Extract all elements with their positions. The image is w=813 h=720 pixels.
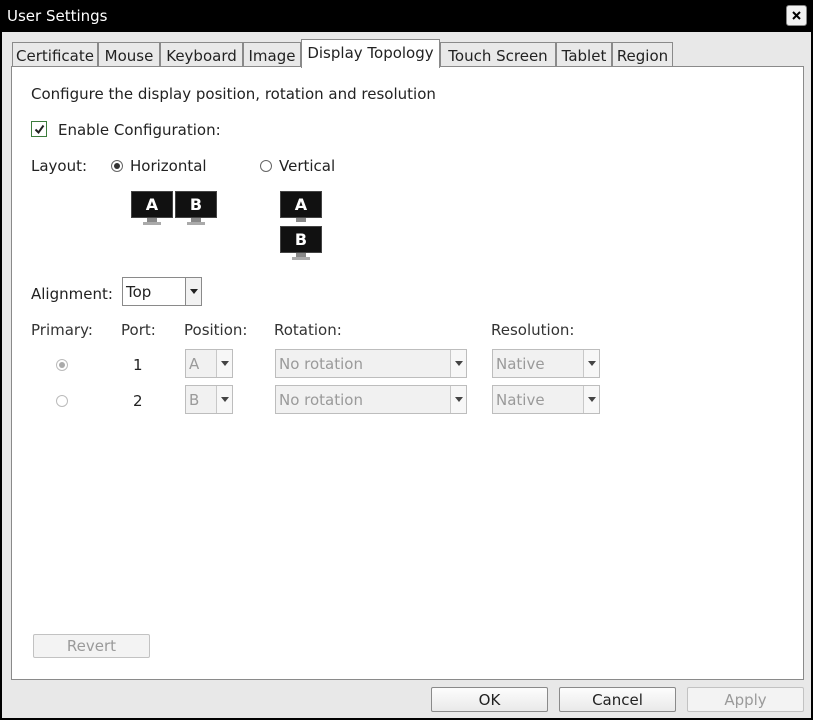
position-select-port-1[interactable]: A [185, 349, 233, 378]
tab-certificate[interactable]: Certificate [12, 42, 98, 68]
position-value-port-2: B [189, 391, 200, 409]
position-header: Position: [184, 321, 248, 339]
monitor-a-vertical-label: A [280, 191, 322, 218]
close-button[interactable] [786, 5, 807, 26]
tab-keyboard[interactable]: Keyboard [160, 42, 243, 68]
rotation-header: Rotation: [274, 321, 342, 339]
monitor-a-label: A [131, 191, 173, 218]
port-number-2: 2 [133, 392, 143, 410]
resolution-select-port-2[interactable]: Native [492, 385, 600, 414]
resolution-value-port-1: Native [496, 355, 545, 373]
alignment-label: Alignment: [31, 285, 113, 303]
apply-button[interactable]: Apply [687, 687, 804, 712]
resolution-header: Resolution: [491, 321, 575, 339]
resolution-select-port-1[interactable]: Native [492, 349, 600, 378]
panel-description: Configure the display position, rotation… [31, 85, 436, 103]
enable-configuration-label: Enable Configuration: [58, 121, 221, 139]
dropdown-arrow-icon [216, 350, 232, 377]
monitor-icon-a: A [131, 191, 173, 225]
dropdown-arrow-icon [450, 350, 466, 377]
window-title: User Settings [7, 7, 108, 25]
layout-vertical-label[interactable]: Vertical [279, 157, 335, 175]
monitor-b-vertical-label: B [280, 226, 322, 253]
title-bar: User Settings [0, 0, 813, 32]
checkmark-icon [34, 124, 44, 134]
monitor-icon-b-vertical: B [280, 226, 322, 260]
alignment-value: Top [126, 283, 152, 301]
primary-header: Primary: [31, 321, 93, 339]
rotation-value-port-2: No rotation [279, 391, 363, 409]
revert-button[interactable]: Revert [33, 634, 150, 658]
primary-radio-port-1[interactable] [56, 359, 68, 371]
tab-region[interactable]: Region [612, 42, 673, 68]
tab-tablet[interactable]: Tablet [556, 42, 612, 68]
dropdown-arrow-icon [216, 386, 232, 413]
dropdown-arrow-icon [583, 386, 599, 413]
resolution-value-port-2: Native [496, 391, 545, 409]
tab-image[interactable]: Image [243, 42, 301, 68]
cancel-button[interactable]: Cancel [559, 687, 676, 712]
alignment-select[interactable]: Top [122, 277, 202, 306]
dropdown-arrow-icon [185, 278, 201, 305]
port-header: Port: [121, 321, 156, 339]
monitor-b-label: B [175, 191, 217, 218]
tab-touch-screen[interactable]: Touch Screen [440, 42, 556, 68]
dropdown-arrow-icon [583, 350, 599, 377]
ok-button[interactable]: OK [431, 687, 548, 712]
tab-mouse[interactable]: Mouse [98, 42, 160, 68]
display-topology-panel: Configure the display position, rotation… [11, 66, 804, 680]
close-icon [792, 11, 801, 20]
enable-configuration-checkbox[interactable] [31, 121, 47, 137]
layout-horizontal-label[interactable]: Horizontal [130, 157, 207, 175]
tab-display-topology[interactable]: Display Topology [301, 39, 440, 68]
monitor-icon-b: B [175, 191, 217, 225]
rotation-select-port-2[interactable]: No rotation [275, 385, 467, 414]
dropdown-arrow-icon [450, 386, 466, 413]
layout-vertical-radio[interactable] [260, 160, 272, 172]
monitor-icon-a-vertical: A [280, 191, 322, 225]
rotation-select-port-1[interactable]: No rotation [275, 349, 467, 378]
position-value-port-1: A [189, 355, 200, 373]
rotation-value-port-1: No rotation [279, 355, 363, 373]
layout-horizontal-radio[interactable] [111, 160, 123, 172]
layout-label: Layout: [31, 157, 88, 175]
primary-radio-port-2[interactable] [56, 395, 68, 407]
settings-window: Certificate Mouse Keyboard Image Display… [2, 32, 811, 718]
port-number-1: 1 [133, 356, 143, 374]
position-select-port-2[interactable]: B [185, 385, 233, 414]
